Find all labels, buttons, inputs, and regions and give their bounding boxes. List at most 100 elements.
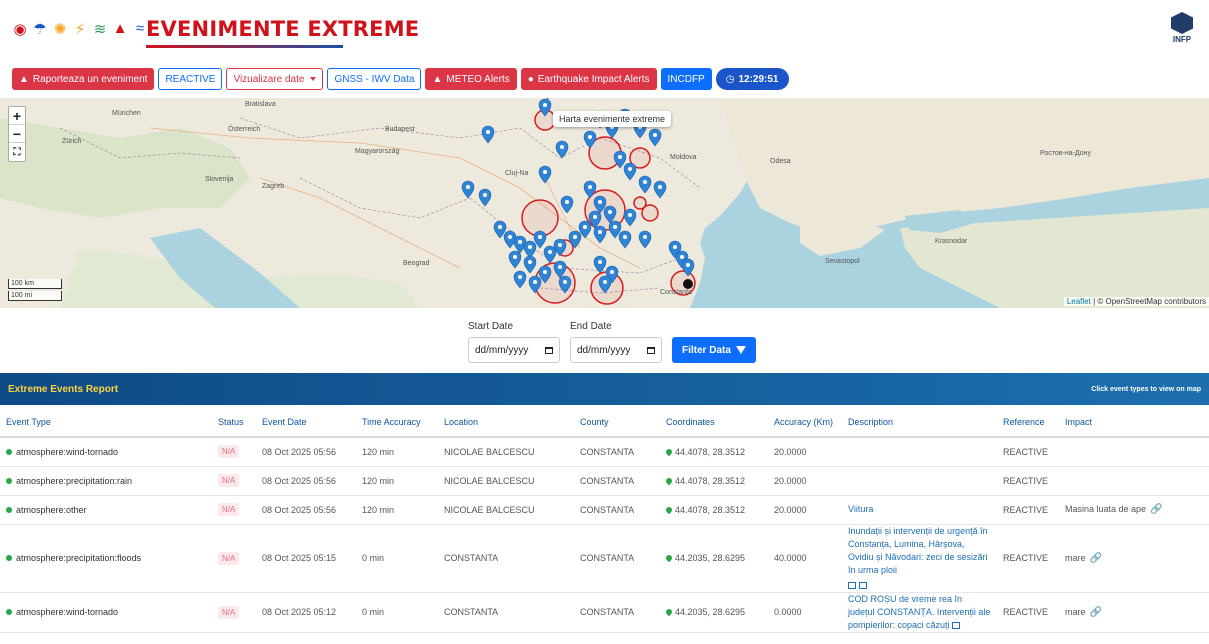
report-header: Extreme Events Report Click event types …: [0, 373, 1209, 405]
col-location[interactable]: Location: [438, 407, 574, 438]
end-date-label: End Date: [570, 321, 612, 332]
events-table: Event Type Status Event Date Time Accura…: [0, 407, 1209, 633]
calendar-icon[interactable]: [647, 346, 655, 354]
map-label: Beograd: [403, 260, 430, 267]
view-data-dropdown[interactable]: Vizualizare date: [226, 68, 324, 90]
zoom-in-button[interactable]: +: [9, 107, 25, 125]
map-marker-dot: [543, 270, 547, 274]
col-time-accuracy[interactable]: Time Accuracy: [356, 407, 438, 438]
map-marker-dot: [608, 210, 612, 214]
event-date: 08 Oct 2025 05:12: [256, 592, 356, 633]
description-cell: Inundații și intervenții de urgență în C…: [842, 524, 997, 593]
zoom-control: + − ⛶: [8, 106, 26, 162]
reference: REACTIVE: [997, 437, 1059, 467]
time-accuracy: 0 min: [356, 592, 438, 633]
report-event-button[interactable]: ▲ Raporteaza un eveniment: [12, 68, 155, 90]
coordinates[interactable]: 44.4078, 28.3512: [660, 466, 768, 496]
map-marker-dot: [518, 275, 522, 279]
status-badge: N/A: [218, 605, 240, 619]
meteo-alerts-button[interactable]: ▲ METEO Alerts: [425, 68, 517, 90]
table-row[interactable]: atmosphere:precipitation:rain N/A 08 Oct…: [0, 466, 1209, 496]
col-status[interactable]: Status: [212, 407, 256, 438]
col-accuracy[interactable]: Accuracy (Km): [768, 407, 842, 438]
status-badge: N/A: [218, 445, 240, 459]
coordinates[interactable]: 44.4078, 28.3512: [660, 495, 768, 525]
accuracy-km: 20.0000: [768, 437, 842, 467]
calendar-icon[interactable]: [545, 346, 553, 354]
link-icon[interactable]: 🔗: [1090, 607, 1102, 618]
reference: REACTIVE: [997, 524, 1059, 593]
map-tooltip: Harta evenimente extreme: [553, 111, 672, 127]
col-reference[interactable]: Reference: [997, 407, 1059, 438]
table-row[interactable]: atmosphere:precipitation:floods N/A 08 O…: [0, 524, 1209, 593]
map-canvas[interactable]: [0, 98, 1209, 308]
time-accuracy: 120 min: [356, 466, 438, 496]
event-type-link[interactable]: atmosphere:wind-tornado: [6, 447, 206, 457]
selected-marker-icon[interactable]: [683, 279, 693, 289]
image-icon[interactable]: [859, 581, 867, 589]
map-pin-icon: [664, 476, 674, 485]
map-marker-dot: [593, 215, 597, 219]
zoom-out-button[interactable]: −: [9, 125, 25, 143]
report-title: Extreme Events Report: [8, 383, 119, 395]
image-icon[interactable]: [952, 621, 961, 629]
leaflet-link[interactable]: Leaflet: [1067, 297, 1091, 306]
map-label: Cluj-Na: [505, 170, 529, 177]
event-map[interactable]: München Zürich Budapest Bratislava Öster…: [0, 98, 1209, 308]
table-row[interactable]: atmosphere:wind-tornado N/A 08 Oct 2025 …: [0, 592, 1209, 633]
start-date-input[interactable]: dd/mm/yyyy: [468, 337, 560, 363]
filter-data-button[interactable]: Filter Data: [672, 337, 756, 363]
table-row[interactable]: atmosphere:wind-tornado N/A 08 Oct 2025 …: [0, 437, 1209, 467]
event-type-link[interactable]: atmosphere:precipitation:floods: [6, 553, 206, 563]
map-marker-dot: [598, 200, 602, 204]
map-label: Krasnodar: [935, 238, 968, 245]
map-pin-icon: [664, 505, 674, 514]
attribution-rest: | © OpenStreetMap contributors: [1093, 297, 1206, 306]
end-date-input[interactable]: dd/mm/yyyy: [570, 337, 662, 363]
col-event-date[interactable]: Event Date: [256, 407, 356, 438]
event-type-link[interactable]: atmosphere:wind-tornado: [6, 607, 206, 617]
event-type-text: atmosphere:other: [16, 504, 87, 515]
infp-logo[interactable]: INFP: [1167, 12, 1197, 44]
link-icon[interactable]: 🔗: [1150, 504, 1162, 515]
col-impact[interactable]: Impact: [1059, 407, 1209, 438]
status-badge: N/A: [218, 551, 240, 565]
map-marker-dot: [548, 250, 552, 254]
col-description[interactable]: Description: [842, 407, 997, 438]
image-icon[interactable]: [848, 581, 856, 589]
location: NICOLAE BALCESCU: [438, 495, 574, 525]
earthquake-alerts-button[interactable]: ● Earthquake Impact Alerts: [520, 68, 657, 90]
fullscreen-button[interactable]: ⛶: [9, 143, 25, 161]
col-county[interactable]: County: [574, 407, 660, 438]
county: CONSTANTA: [574, 495, 660, 525]
event-type-text: atmosphere:precipitation:rain: [16, 475, 133, 486]
coordinates[interactable]: 44.2035, 28.6295: [660, 592, 768, 633]
time-accuracy: 120 min: [356, 495, 438, 525]
end-date-value: dd/mm/yyyy: [577, 344, 631, 356]
lightning-icon: ⚡: [74, 21, 86, 38]
link-icon[interactable]: 🔗: [1090, 553, 1102, 564]
clock-time: 12:29:51: [738, 73, 779, 85]
gnss-button[interactable]: GNSS - IWV Data: [327, 68, 422, 90]
col-coordinates[interactable]: Coordinates: [660, 407, 768, 438]
map-marker-dot: [573, 235, 577, 239]
map-pin-icon: [664, 553, 674, 563]
map-marker-dot: [623, 235, 627, 239]
map-marker-dot: [686, 263, 690, 267]
brand-title[interactable]: EVENIMENTE EXTREME: [146, 17, 419, 41]
event-type-link[interactable]: atmosphere:precipitation:rain: [6, 476, 206, 486]
table-row[interactable]: atmosphere:other N/A 08 Oct 2025 05:56 1…: [0, 495, 1209, 525]
reactive-button[interactable]: REACTIVE: [158, 68, 223, 90]
coordinates[interactable]: 44.2035, 28.6295: [660, 524, 768, 593]
event-type-text: atmosphere:wind-tornado: [16, 446, 119, 457]
clock-badge: ◷ 12:29:51: [715, 68, 789, 90]
coordinates[interactable]: 44.4078, 28.3512: [660, 437, 768, 467]
event-type-link[interactable]: atmosphere:other: [6, 505, 206, 515]
col-event-type[interactable]: Event Type: [0, 407, 212, 438]
map-pin-icon: [664, 607, 674, 617]
map-label: München: [112, 110, 141, 117]
incdfp-button[interactable]: INCDFP: [660, 68, 712, 90]
infp-logo-text: INFP: [1172, 35, 1192, 44]
map-marker-dot: [558, 265, 562, 269]
map-marker-dot: [483, 193, 487, 197]
